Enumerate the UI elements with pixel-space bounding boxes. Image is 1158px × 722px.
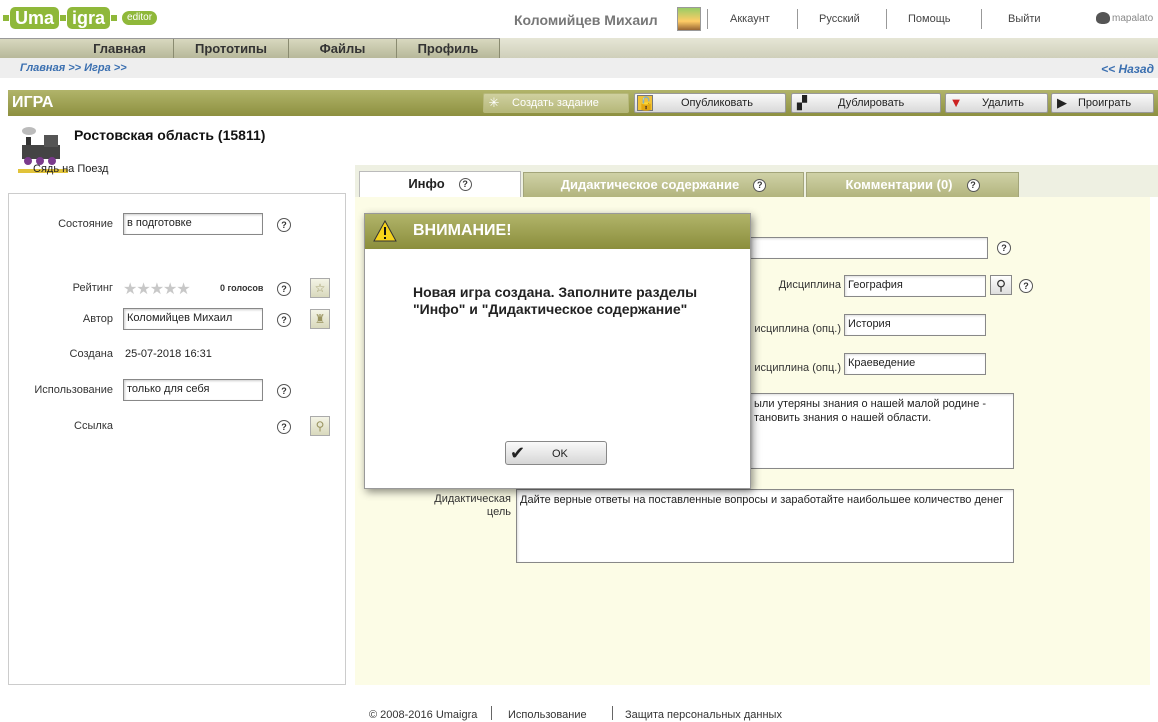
ok-button[interactable]: ✔ OK	[505, 441, 607, 465]
link-label: Ссылка	[74, 420, 113, 432]
rating-stars[interactable]: ★★★★★	[123, 279, 191, 299]
author-row: Автор Коломийцев Михаил ? ♜	[9, 308, 347, 332]
publish-button[interactable]: 🔓 Опубликовать	[634, 93, 786, 113]
discipline3-field[interactable]: Краеведение	[844, 353, 986, 375]
tab-info[interactable]: Инфо?	[359, 171, 521, 198]
game-properties-panel: Состояние в подготовке ? Рейтинг ★★★★★ 0…	[8, 193, 346, 685]
trash-icon: ▼	[949, 95, 963, 110]
author-field[interactable]: Коломийцев Михаил	[123, 308, 263, 330]
mapalato-logo[interactable]: mapalato	[1096, 12, 1153, 24]
dialog-message: Новая игра создана. Заполните разделы "И…	[413, 284, 698, 317]
warning-icon	[373, 220, 397, 242]
link-row: Ссылка ? ⚲	[9, 415, 347, 439]
delete-button[interactable]: ▼ Удалить	[945, 93, 1048, 113]
page-title: ИГРА	[12, 94, 54, 111]
help-icon[interactable]: ?	[277, 313, 291, 327]
copyright: © 2008-2016 Umaigra	[369, 709, 478, 721]
dialog-title: ВНИМАНИЕ!	[413, 222, 512, 239]
game-title: Ростовская область (15811)	[74, 127, 266, 143]
warning-dialog: ВНИМАНИЕ! Новая игра создана. Заполните …	[364, 213, 751, 489]
rating-label: Рейтинг	[72, 282, 113, 294]
logo-editor-badge: editor	[122, 11, 158, 25]
state-label: Состояние	[58, 218, 113, 230]
state-row: Состояние в подготовке ?	[9, 213, 347, 237]
author-label: Автор	[82, 313, 113, 325]
search-icon[interactable]: ⚲	[310, 416, 330, 436]
duplicate-button[interactable]: ▞ Дублировать	[791, 93, 941, 113]
star-icon[interactable]: ☆	[310, 278, 330, 298]
rating-row: Рейтинг ★★★★★ 0 голосов ? ☆	[9, 277, 347, 301]
tab-comments[interactable]: Комментарии (0)?	[806, 172, 1019, 198]
game-header: Ростовская область (15811) Сядь на Поезд	[16, 123, 356, 193]
footer: © 2008-2016 Umaigra Использование Защита…	[0, 702, 1158, 722]
usage-field[interactable]: только для себя	[123, 379, 263, 401]
account-link[interactable]: Аккаунт	[730, 13, 770, 25]
author-icon[interactable]: ♜	[310, 309, 330, 329]
help-icon[interactable]: ?	[458, 178, 472, 191]
back-link[interactable]: << Назад	[1101, 62, 1154, 76]
help-icon[interactable]: ?	[966, 179, 980, 192]
created-value: 25-07-2018 16:31	[125, 348, 212, 360]
mapalato-icon	[1096, 12, 1110, 24]
logo-uma: Uma	[10, 7, 60, 29]
help-icon[interactable]: ?	[277, 282, 291, 296]
breadcrumb-path[interactable]: Главная >> Игра >>	[20, 62, 127, 74]
help-icon[interactable]: ?	[277, 384, 291, 398]
content-tabs: Инфо? Дидактическое содержание? Коммента…	[355, 165, 1158, 198]
privacy-link[interactable]: Защита персональных данных	[625, 709, 782, 721]
help-link[interactable]: Помощь	[908, 13, 951, 25]
title-field[interactable]	[750, 237, 988, 259]
rating-votes: 0 голосов	[220, 283, 264, 293]
description-field[interactable]: ыли утеряны знания о нашей малой родине …	[750, 393, 1014, 469]
nav-tab-files[interactable]: Файлы	[289, 39, 397, 59]
breadcrumb: Главная >> Игра >> << Назад	[0, 58, 1158, 78]
copy-icon: ▞	[797, 95, 807, 110]
dialog-header: ВНИМАНИЕ!	[365, 214, 750, 249]
nav-tab-home[interactable]: Главная	[66, 39, 174, 59]
umaigra-logo[interactable]: Uma igra editor	[2, 6, 158, 30]
play-icon: ▶	[1057, 95, 1067, 110]
usage-row: Использование только для себя ?	[9, 379, 347, 403]
language-link[interactable]: Русский	[819, 13, 860, 25]
user-name: Коломийцев Михаил	[514, 12, 658, 28]
goal-field[interactable]: Дайте верные ответы на поставленные вопр…	[516, 489, 1014, 563]
discipline2-field[interactable]: История	[844, 314, 986, 336]
state-field[interactable]: в подготовке	[123, 213, 263, 235]
check-icon: ✔	[510, 443, 526, 463]
create-task-button[interactable]: ✳ Создать задание	[483, 93, 629, 113]
created-row: Создана 25-07-2018 16:31	[9, 343, 347, 367]
goal-label: Дидактическая цель	[434, 493, 511, 518]
search-icon[interactable]: ⚲	[990, 275, 1012, 295]
nav-tab-prototypes[interactable]: Прототипы	[174, 39, 289, 59]
discipline-field[interactable]: География	[844, 275, 986, 297]
logout-link[interactable]: Выйти	[1008, 13, 1041, 25]
help-icon[interactable]: ?	[277, 218, 291, 232]
nav-tab-profile[interactable]: Профиль	[397, 39, 500, 59]
game-subtitle: Сядь на Поезд	[33, 163, 109, 175]
top-bar: Uma igra editor Коломийцев Михаил Аккаун…	[0, 0, 1158, 38]
page-title-bar: ИГРА ✳ Создать задание 🔓 Опубликовать ▞ …	[8, 90, 1158, 116]
unlock-icon: 🔓	[637, 95, 655, 111]
help-icon[interactable]: ?	[1019, 279, 1033, 293]
help-icon[interactable]: ?	[277, 420, 291, 434]
usage-link[interactable]: Использование	[508, 709, 587, 721]
usage-label: Использование	[34, 384, 113, 396]
play-button[interactable]: ▶ Проиграть	[1051, 93, 1154, 113]
logo-igra: igra	[67, 7, 111, 29]
avatar[interactable]	[677, 7, 701, 31]
tab-didactic[interactable]: Дидактическое содержание?	[523, 172, 804, 198]
sparkle-icon: ✳	[488, 95, 500, 110]
created-label: Создана	[69, 348, 113, 360]
help-icon[interactable]: ?	[753, 179, 767, 192]
help-icon[interactable]: ?	[997, 241, 1011, 255]
